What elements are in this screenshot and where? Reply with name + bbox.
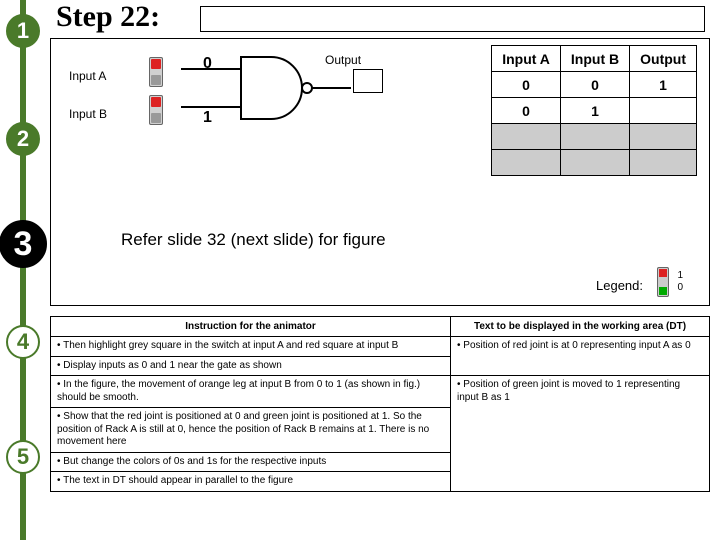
switch-b-grey [151, 113, 161, 123]
step-badge-3-current: 3 [0, 220, 47, 268]
instr-left-1: Display inputs as 0 and 1 near the gate … [51, 356, 451, 376]
legend-zero: 0 [677, 282, 683, 293]
table-row [492, 124, 697, 150]
instr-header-left: Instruction for the animator [51, 317, 451, 337]
instr-right-1: Position of green joint is moved to 1 re… [451, 376, 710, 492]
table-row: 0 0 1 [492, 72, 697, 98]
th-input-b: Input B [560, 46, 629, 72]
title-placeholder-box [200, 6, 705, 32]
instr-header-right: Text to be displayed in the working area… [451, 317, 710, 337]
switch-input-b[interactable] [149, 95, 163, 125]
legend-label: Legend: [596, 278, 643, 293]
input-a-label: Input A [69, 69, 106, 83]
step-badge-2: 2 [6, 122, 40, 156]
step-badge-5: 5 [6, 440, 40, 474]
table-row: 0 1 [492, 98, 697, 124]
instr-left-5: The text in DT should appear in parallel… [51, 472, 451, 492]
switch-input-a[interactable] [149, 57, 163, 87]
legend-led-icon [657, 267, 669, 297]
input-b-label: Input B [69, 107, 107, 121]
legend-red [659, 269, 667, 277]
table-row [492, 150, 697, 176]
instr-left-0: Then highlight grey square in the switch… [51, 337, 451, 357]
th-input-a: Input A [492, 46, 561, 72]
step-badge-1: 1 [6, 14, 40, 48]
nand-gate-icon [181, 49, 361, 129]
instr-left-2: In the figure, the movement of orange le… [51, 376, 451, 408]
truth-table: Input A Input B Output 0 0 1 0 1 [491, 45, 697, 176]
switch-a-red [151, 59, 161, 69]
output-led [353, 69, 383, 93]
refer-note: Refer slide 32 (next slide) for figure [121, 229, 386, 251]
instr-right-0: Position of red joint is at 0 representi… [451, 337, 710, 376]
instr-left-4: But change the colors of 0s and 1s for t… [51, 452, 451, 472]
th-output: Output [630, 46, 697, 72]
instr-left-3: Show that the red joint is positioned at… [51, 408, 451, 453]
instruction-table: Instruction for the animator Text to be … [50, 316, 710, 492]
working-area: Input A Input B Output 0 1 Input A Input… [50, 38, 710, 306]
switch-a-grey [151, 75, 161, 85]
step-badge-4: 4 [6, 325, 40, 359]
switch-b-red [151, 97, 161, 107]
legend-green [659, 287, 667, 295]
legend-one: 1 [677, 270, 683, 281]
step-title: Step 22: [56, 0, 160, 34]
